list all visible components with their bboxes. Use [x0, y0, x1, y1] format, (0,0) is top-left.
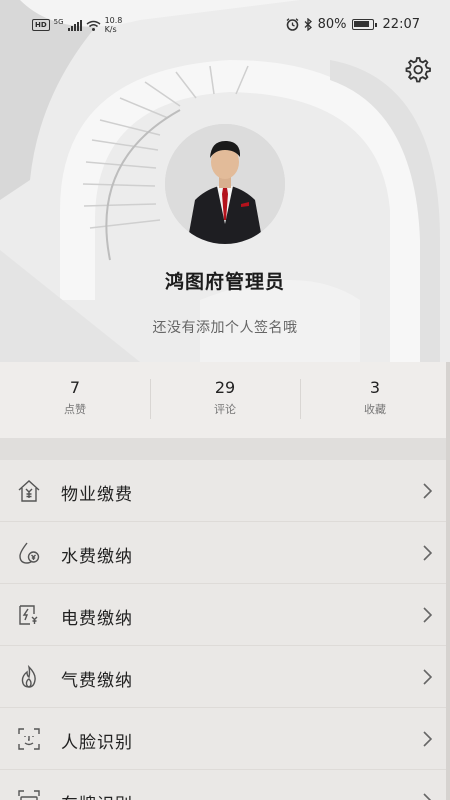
menu-label-plate-recognition: 车牌识别 — [61, 790, 133, 800]
water-fee-icon — [19, 542, 40, 564]
menu-label-gas-fee: 气费缴纳 — [61, 671, 133, 691]
chevron-right-icon — [423, 793, 432, 800]
stat-favorites-value: 3 — [369, 378, 381, 397]
scroll-edge — [446, 362, 450, 800]
menu-item-water-fee[interactable]: 水费缴纳 — [0, 522, 450, 584]
menu-label-electric-fee: 电费缴纳 — [61, 609, 133, 629]
menu-item-plate-recognition[interactable]: 车牌识别 — [0, 770, 450, 800]
battery-icon — [351, 19, 377, 30]
user-name: 鸿图府管理员 — [164, 271, 285, 293]
profile-header: HD 5G 10.8 K/s 80% 22:07 鸿图府管理员 还没有添加个人签… — [0, 0, 450, 362]
wifi-icon — [86, 20, 101, 31]
electric-fee-icon — [19, 605, 38, 625]
network-speed: 10.8 K/s — [105, 16, 123, 34]
menu-label-face-recognition: 人脸识别 — [61, 733, 133, 753]
stat-comments[interactable]: 29 评论 — [150, 362, 300, 438]
user-signature[interactable]: 还没有添加个人签名哦 — [0, 317, 450, 337]
stat-favorites[interactable]: 3 收藏 — [300, 362, 450, 438]
alarm-icon — [286, 18, 299, 31]
stat-comments-label: 评论 — [214, 403, 236, 416]
stats-bar: 7 点赞 29 评论 3 收藏 — [0, 362, 450, 438]
chevron-right-icon — [423, 607, 432, 623]
face-recognition-icon — [18, 728, 40, 750]
status-bar: HD 5G 10.8 K/s 80% 22:07 — [0, 0, 450, 52]
gas-flame-icon — [21, 665, 36, 688]
status-left: HD 5G 10.8 K/s — [32, 16, 122, 34]
chevron-right-icon — [423, 545, 432, 561]
speed-unit: K/s — [104, 25, 117, 34]
status-time: 22:07 — [382, 17, 420, 32]
user-avatar[interactable] — [165, 124, 285, 244]
battery-percent: 80% — [317, 17, 347, 32]
stat-comments-value: 29 — [214, 378, 236, 397]
property-fee-icon — [18, 480, 40, 502]
network-type: 5G — [53, 18, 64, 26]
menu-item-property-fee[interactable]: 物业缴费 — [0, 460, 450, 522]
menu-item-face-recognition[interactable]: 人脸识别 — [0, 708, 450, 770]
section-divider — [0, 438, 450, 460]
stat-likes[interactable]: 7 点赞 — [0, 362, 150, 438]
menu-item-electric-fee[interactable]: 电费缴纳 — [0, 584, 450, 646]
settings-gear-icon[interactable] — [403, 55, 431, 83]
stat-likes-value: 7 — [69, 378, 81, 397]
chevron-right-icon — [423, 731, 432, 747]
bluetooth-icon — [304, 18, 312, 31]
signal-icon — [67, 19, 82, 31]
chevron-right-icon — [423, 483, 432, 499]
chevron-right-icon — [423, 669, 432, 685]
menu-item-gas-fee[interactable]: 气费缴纳 — [0, 646, 450, 708]
menu-label-water-fee: 水费缴纳 — [61, 547, 133, 567]
speed-value: 10.8 — [104, 16, 123, 25]
avatar-portrait — [165, 124, 285, 244]
menu-label-property-fee: 物业缴费 — [61, 485, 133, 505]
plate-recognition-icon — [18, 790, 40, 800]
stat-likes-label: 点赞 — [64, 403, 86, 416]
status-right: 80% 22:07 — [286, 17, 420, 32]
hd-indicator: HD — [32, 19, 50, 31]
stat-favorites-label: 收藏 — [364, 403, 386, 416]
service-menu: 物业缴费 水费缴纳 电费缴纳 气费缴纳 人脸识别 — [0, 460, 450, 800]
